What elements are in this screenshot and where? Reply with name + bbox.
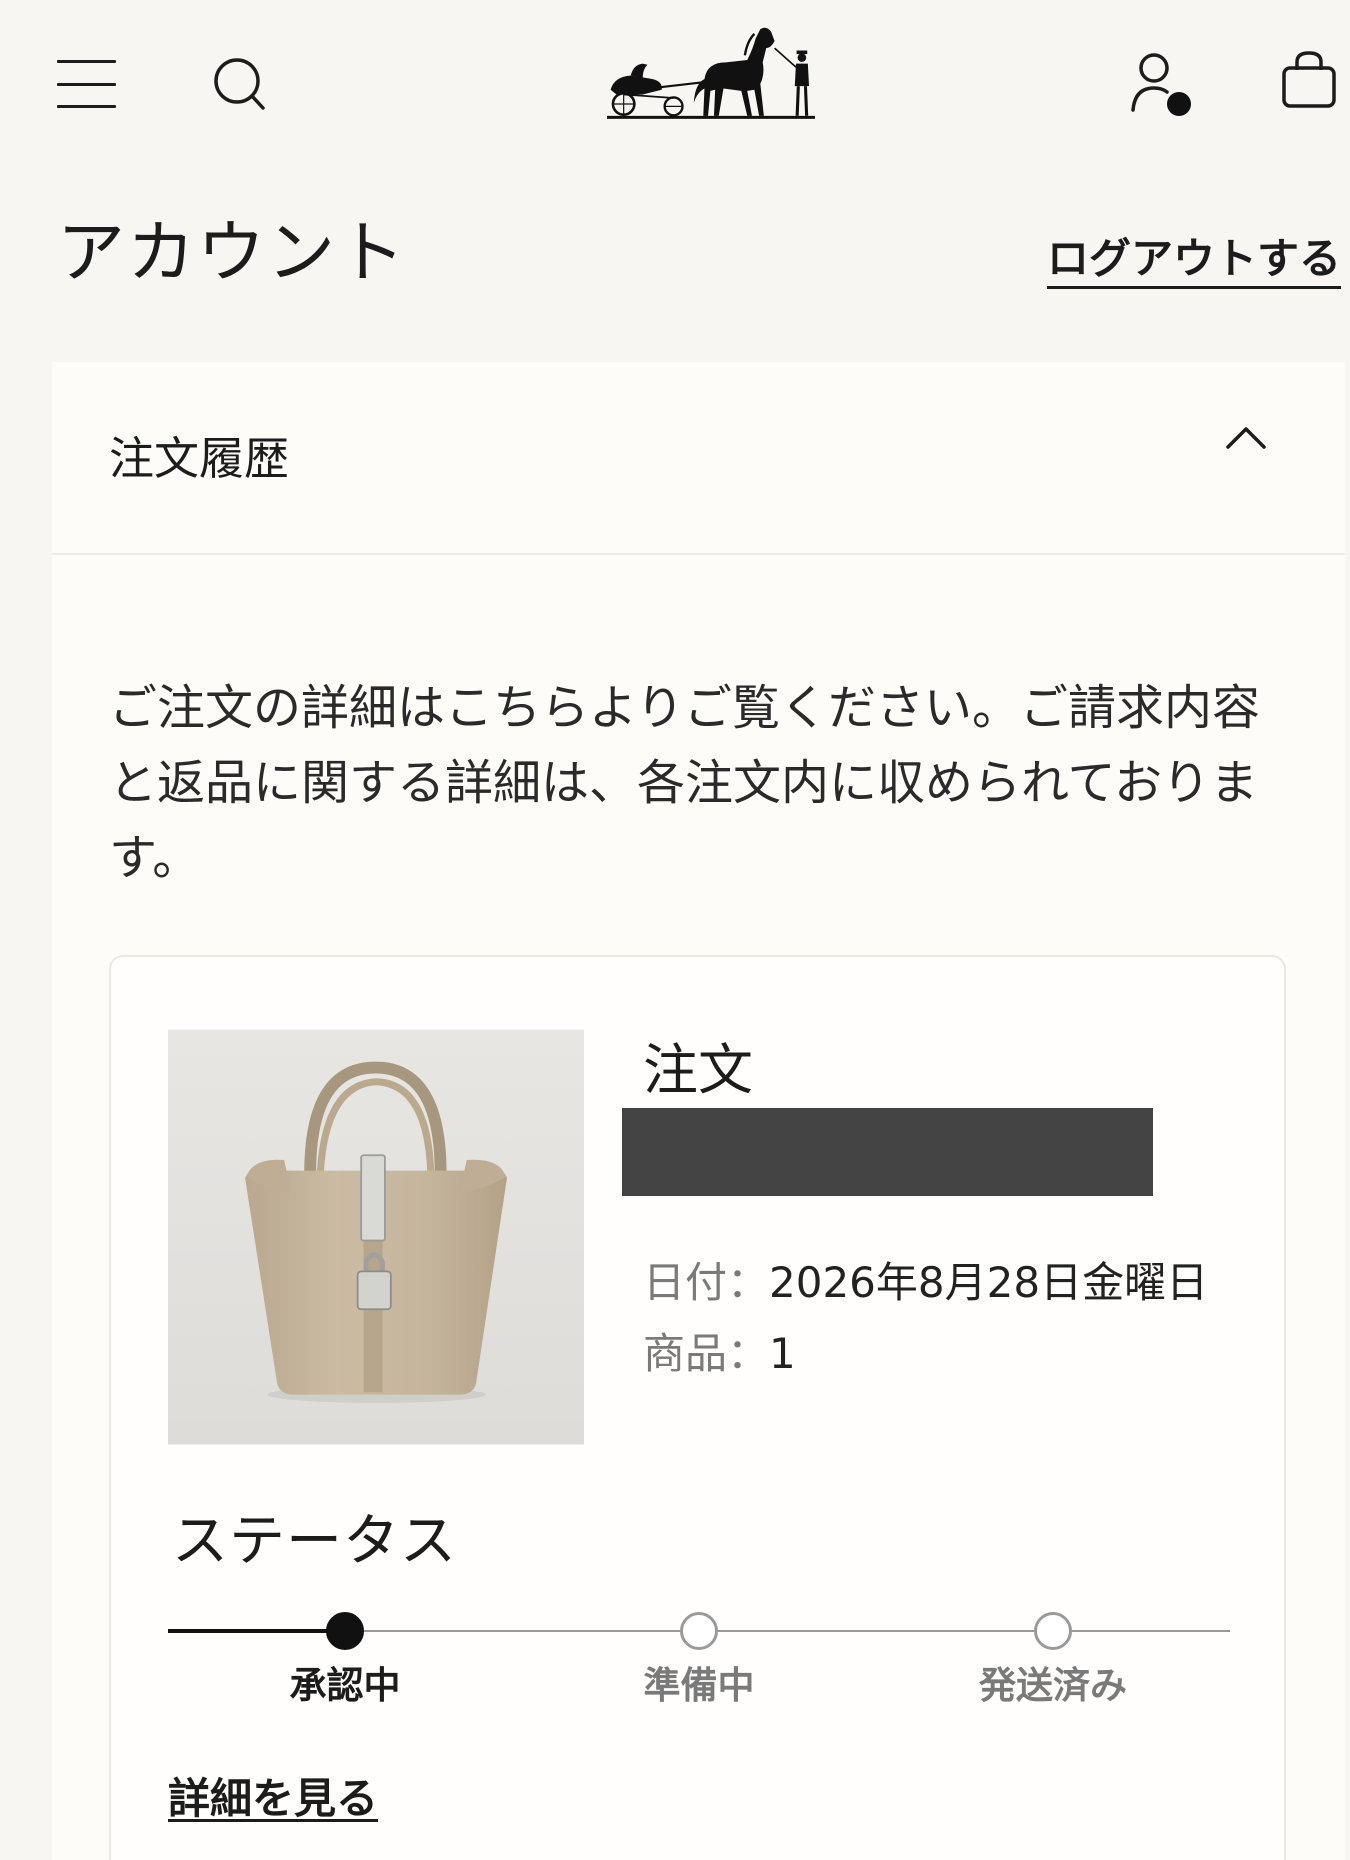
order-items-row: 商品：1 [643, 1329, 796, 1379]
logout-button[interactable]: ログアウトする [1046, 234, 1341, 289]
menu-line [57, 105, 116, 108]
product-image[interactable] [168, 1029, 584, 1445]
view-details-link[interactable]: 詳細を見る [168, 1774, 378, 1824]
status-step-dot [680, 1612, 718, 1650]
menu-line [57, 82, 116, 86]
status-step-label: 準備中 [643, 1664, 755, 1707]
status-progress-tracker: 承認中 準備中 発送済み [168, 1612, 1230, 1712]
order-date-label: 日付： [643, 1258, 770, 1307]
page-title: アカウント [57, 214, 408, 293]
order-card: 注文 日付：2026年8月28日金曜日 商品：1 ステータス 承認中 準備中 発… [109, 955, 1286, 1860]
status-step-label: 承認中 [289, 1664, 401, 1707]
status-step-dot [326, 1612, 364, 1650]
menu-line [57, 60, 116, 63]
user-account-icon[interactable] [1128, 48, 1198, 120]
carriage-logo[interactable] [606, 22, 816, 123]
order-items-value: 1 [769, 1329, 796, 1378]
order-history-accordion-header[interactable]: 注文履歴 [52, 362, 1345, 555]
hamburger-menu-icon[interactable] [57, 60, 116, 108]
shopping-bag-icon[interactable] [1280, 50, 1338, 110]
status-step-dot [1034, 1612, 1072, 1650]
order-history-panel: 注文履歴 ご注文の詳細はこちらよりご覧ください。ご請求内容と返品に関する詳細は、… [52, 362, 1345, 1860]
order-date-row: 日付：2026年8月28日金曜日 [643, 1258, 1208, 1308]
search-icon[interactable] [210, 55, 268, 113]
order-history-label: 注文履歴 [109, 432, 290, 485]
status-step-approving: 承認中 [168, 1612, 522, 1712]
order-title: 注文 [643, 1038, 754, 1102]
status-step-label: 発送済み [979, 1664, 1127, 1707]
status-heading: ステータス [172, 1509, 457, 1574]
chevron-up-icon[interactable] [1225, 424, 1267, 450]
redacted-order-number [622, 1108, 1153, 1196]
status-step-preparing: 準備中 [522, 1612, 876, 1712]
order-date-value: 2026年8月28日金曜日 [769, 1258, 1209, 1307]
status-step-shipped: 発送済み [876, 1612, 1230, 1712]
order-items-label: 商品： [643, 1329, 770, 1378]
order-history-intro: ご注文の詳細はこちらよりご覧ください。ご請求内容と返品に関する詳細は、各注文内に… [109, 680, 1261, 886]
